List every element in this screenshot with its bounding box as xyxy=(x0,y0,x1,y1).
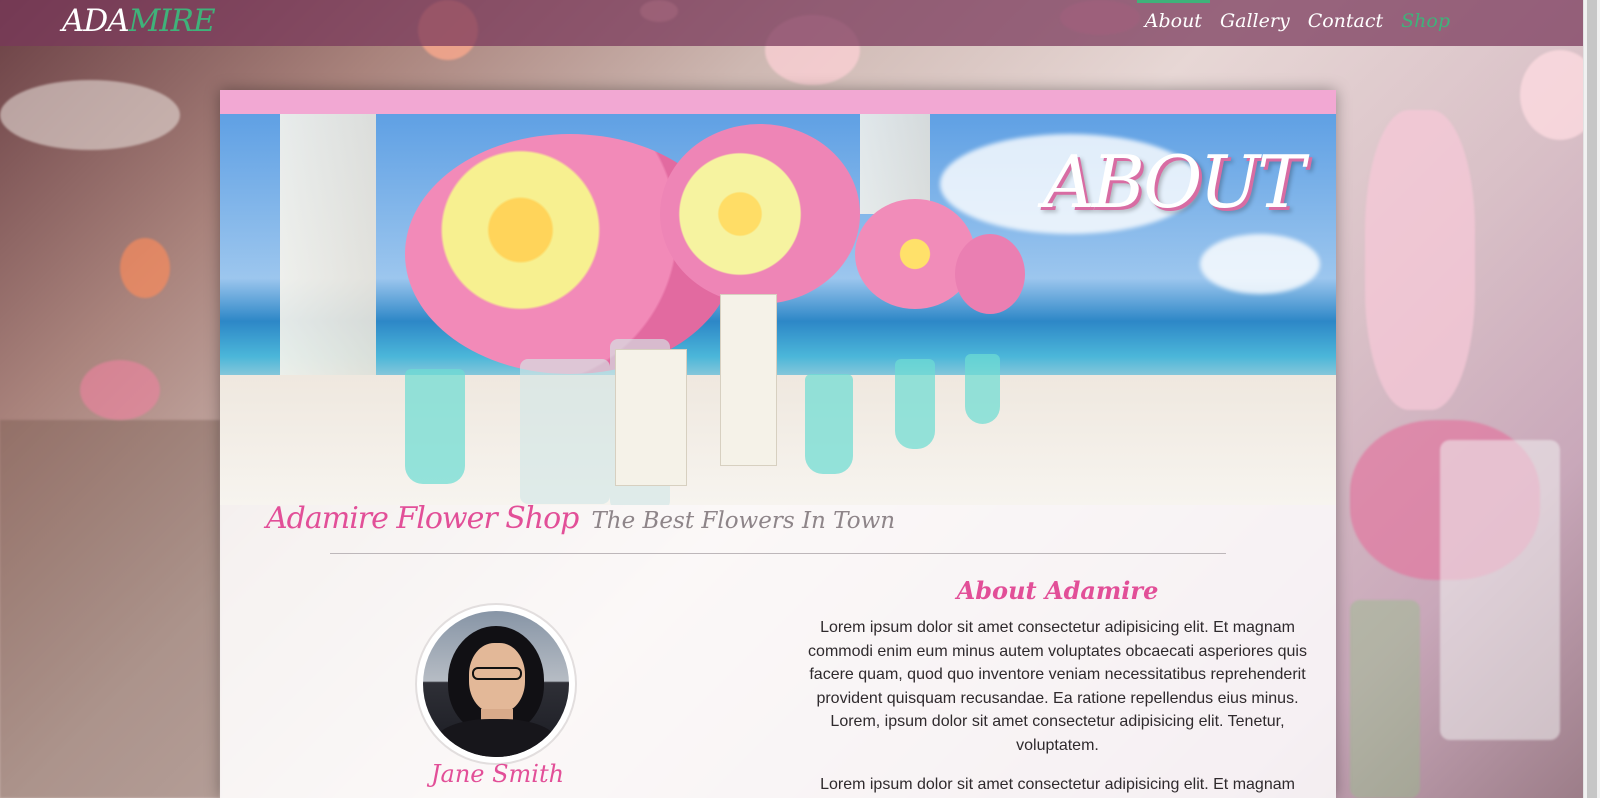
card-top-band xyxy=(220,90,1336,114)
avatar-photo xyxy=(423,611,569,757)
nav-shop-link[interactable]: Shop xyxy=(1399,6,1452,36)
background-flowers xyxy=(1365,110,1475,410)
flower-arrangement xyxy=(955,234,1025,314)
about-paragraph-1: Lorem ipsum dolor sit amet consectetur a… xyxy=(808,619,1307,754)
background-flowers xyxy=(80,360,160,420)
background-bokeh-light xyxy=(120,238,170,298)
about-heading: About Adamire xyxy=(956,576,1159,605)
nav-about-link[interactable]: About xyxy=(1136,0,1211,36)
nav-links: About Gallery Contact Shop xyxy=(1136,0,1452,36)
glasses-icon xyxy=(472,667,522,680)
top-navbar: ADAMIRE About Gallery Contact Shop xyxy=(0,0,1584,46)
turquoise-glass xyxy=(965,354,1000,424)
page: ADAMIRE About Gallery Contact Shop ABOUT… xyxy=(0,0,1600,798)
scrollbar-thumb[interactable] xyxy=(1587,0,1597,798)
lantern xyxy=(720,294,777,466)
about-section: About Adamire Lorem ipsum dolor sit amet… xyxy=(795,576,1320,798)
profile-name: Jane Smith xyxy=(430,760,565,788)
background-furniture xyxy=(0,420,220,798)
turquoise-glass xyxy=(405,369,465,484)
about-card: ABOUT Adamire Flower Shop The Best Flowe… xyxy=(220,90,1336,798)
flower-arrangement xyxy=(660,124,860,304)
hero-banner: ABOUT xyxy=(220,114,1336,505)
lantern xyxy=(615,349,687,486)
cloud xyxy=(1200,234,1320,294)
glass-vase xyxy=(520,359,610,504)
brand-part-1: ADA xyxy=(62,3,130,39)
brand-logo[interactable]: ADAMIRE xyxy=(62,2,216,40)
nav-gallery-link[interactable]: Gallery xyxy=(1218,6,1292,36)
coat-shape xyxy=(435,719,557,757)
section-divider xyxy=(330,553,1226,554)
shop-slogan: The Best Flowers In Town xyxy=(591,508,896,534)
turquoise-glass xyxy=(895,359,935,449)
background-bokeh-light xyxy=(0,80,180,150)
tagline: Adamire Flower Shop The Best Flowers In … xyxy=(266,501,895,536)
background-lantern xyxy=(1440,440,1560,740)
nav-contact-link[interactable]: Contact xyxy=(1306,6,1385,36)
about-paragraph-2: Lorem ipsum dolor sit amet consectetur a… xyxy=(820,776,1295,793)
turquoise-glass xyxy=(805,374,853,474)
profile-avatar xyxy=(417,605,575,763)
page-scrollbar[interactable] xyxy=(1583,0,1600,798)
background-vase xyxy=(1350,600,1420,798)
shop-name: Adamire Flower Shop xyxy=(266,501,579,536)
flower-arrangement xyxy=(855,199,975,309)
banquet-table xyxy=(220,375,1336,505)
brand-part-2: MIRE xyxy=(128,3,216,39)
hero-title: ABOUT xyxy=(1043,140,1305,224)
